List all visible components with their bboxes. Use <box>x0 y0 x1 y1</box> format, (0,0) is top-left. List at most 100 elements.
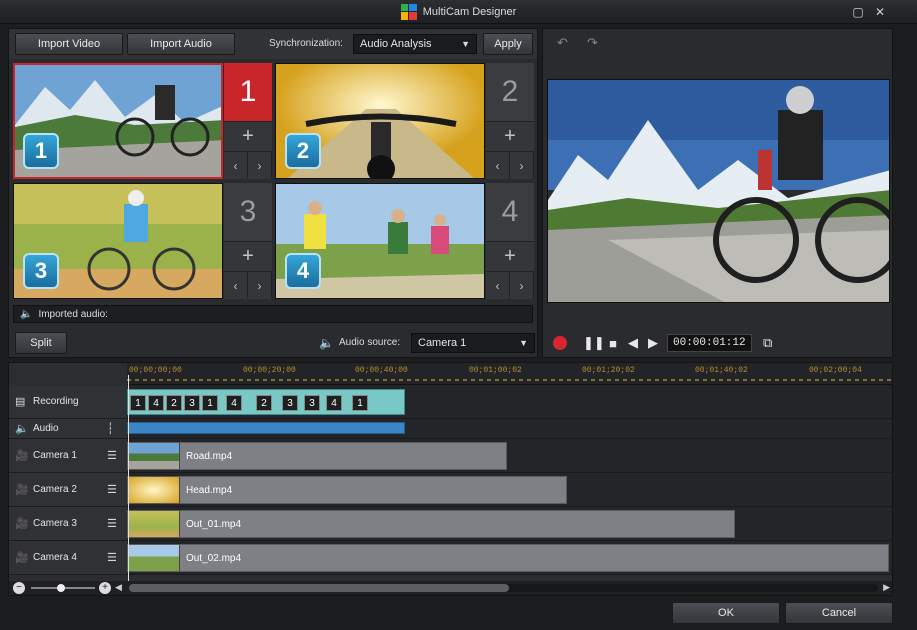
recording-segment[interactable]: 3 <box>304 395 320 411</box>
camera-2-number[interactable]: 2 <box>486 63 534 121</box>
timeline-footer: − + ◀ ▶ <box>9 581 892 595</box>
title-bar: MultiCam Designer ▢ ✕ <box>0 0 917 24</box>
audio-source-value: Camera 1 <box>418 337 467 349</box>
import-video-button[interactable]: Import Video <box>15 33 123 55</box>
camera-4-prev-icon[interactable]: ‹ <box>486 272 510 299</box>
camera-3-next-icon[interactable]: › <box>248 272 272 299</box>
clip-camera-2[interactable]: Head.mp4 <box>127 476 567 504</box>
add-camera-1-icon[interactable]: + <box>224 121 272 151</box>
apply-button[interactable]: Apply <box>483 33 533 55</box>
split-button[interactable]: Split <box>15 332 67 354</box>
recording-segment[interactable]: 2 <box>256 395 272 411</box>
scroll-left-icon[interactable]: ◀ <box>115 582 122 593</box>
audio-lane[interactable] <box>127 419 892 439</box>
timeline: 00;00;00;00 00;00;20;00 00;00;40;00 00;0… <box>8 362 893 596</box>
scroll-right-icon[interactable]: ▶ <box>883 582 890 593</box>
recording-segment[interactable]: 2 <box>166 395 182 411</box>
imported-audio-label: Imported audio: <box>38 308 108 320</box>
timeline-ruler[interactable]: 00;00;00;00 00;00;20;00 00;00;40;00 00;0… <box>127 363 892 385</box>
recording-track-icon: ▤ <box>15 396 26 408</box>
import-audio-button[interactable]: Import Audio <box>127 33 235 55</box>
recording-segment[interactable]: 1 <box>352 395 368 411</box>
camera-1-prev-icon[interactable]: ‹ <box>224 152 248 179</box>
track-header-recording[interactable]: ▤ Recording <box>9 385 127 419</box>
camera-4-number[interactable]: 4 <box>486 183 534 241</box>
fullscreen-icon[interactable]: ⧉ <box>758 335 778 351</box>
step-forward-icon[interactable]: ▶ <box>643 335 663 351</box>
timecode-display: 00:00:01:12 <box>667 334 752 352</box>
ruler-tick: 00;00;00;00 <box>129 366 182 375</box>
camera-2-next-icon[interactable]: › <box>510 152 534 179</box>
zoom-in-icon[interactable]: + <box>99 582 111 594</box>
track-header-camera-4[interactable]: 🎥 Camera 4 ☰ <box>9 541 127 575</box>
ruler-tick: 00;00;20;00 <box>243 366 296 375</box>
horizontal-scrollbar[interactable] <box>129 584 878 592</box>
recording-lane[interactable]: 1 4 2 3 1 4 2 3 3 4 1 <box>127 385 892 419</box>
camera-2-lane[interactable]: Head.mp4 <box>127 473 892 507</box>
camera-4-lane[interactable]: Out_02.mp4 <box>127 541 892 575</box>
recording-segment[interactable]: 1 <box>130 395 146 411</box>
step-back-icon[interactable]: ◀ <box>623 335 643 351</box>
camera-2-prev-icon[interactable]: ‹ <box>486 152 510 179</box>
recording-clip[interactable]: 1 4 2 3 1 4 2 3 3 4 1 <box>127 389 405 415</box>
recording-segment[interactable]: 4 <box>326 395 342 411</box>
camera-1-next-icon[interactable]: › <box>248 152 272 179</box>
track-header-camera-2[interactable]: 🎥 Camera 2 ☰ <box>9 473 127 507</box>
zoom-slider-handle[interactable] <box>57 584 65 592</box>
clip-camera-4[interactable]: Out_02.mp4 <box>127 544 889 572</box>
sync-method-dropdown[interactable]: Audio Analysis ▼ <box>353 34 477 54</box>
camera-3-number[interactable]: 3 <box>224 183 272 241</box>
speaker-icon: 🔈 <box>20 308 33 320</box>
preview-viewer[interactable] <box>547 79 890 303</box>
camera-3-prev-icon[interactable]: ‹ <box>224 272 248 299</box>
camera-tile-2[interactable]: 2 2 + ‹ › <box>275 63 535 179</box>
camera-tile-1[interactable]: 1 1 + ‹ › <box>13 63 273 179</box>
camera-grid-panel: Import Video Import Audio Synchronizatio… <box>8 28 538 358</box>
add-camera-4-icon[interactable]: + <box>486 241 534 271</box>
camera-tile-3[interactable]: 3 3 + ‹ › <box>13 183 273 299</box>
camera-3-lane[interactable]: Out_01.mp4 <box>127 507 892 541</box>
recording-segment[interactable]: 1 <box>202 395 218 411</box>
list-icon[interactable]: ☰ <box>107 551 119 564</box>
clip-camera-1[interactable]: Road.mp4 <box>127 442 507 470</box>
add-camera-3-icon[interactable]: + <box>224 241 272 271</box>
camera-tile-4[interactable]: 4 4 + ‹ › <box>275 183 535 299</box>
track-options-icon[interactable]: ┆ <box>107 422 119 435</box>
ok-button[interactable]: OK <box>672 602 780 624</box>
track-label-camera-2: Camera 2 <box>33 484 77 495</box>
close-icon[interactable]: ✕ <box>872 4 888 20</box>
recording-segment[interactable]: 4 <box>148 395 164 411</box>
maximize-icon[interactable]: ▢ <box>850 4 866 20</box>
track-header-camera-3[interactable]: 🎥 Camera 3 ☰ <box>9 507 127 541</box>
camera-1-number[interactable]: 1 <box>224 63 272 121</box>
recording-segment[interactable]: 3 <box>184 395 200 411</box>
recording-segment[interactable]: 3 <box>282 395 298 411</box>
list-icon[interactable]: ☰ <box>107 517 119 530</box>
track-header-camera-1[interactable]: 🎥 Camera 1 ☰ <box>9 439 127 473</box>
redo-icon[interactable]: ↷ <box>587 35 598 51</box>
list-icon[interactable]: ☰ <box>107 483 119 496</box>
recording-segment[interactable]: 4 <box>226 395 242 411</box>
scrollbar-thumb[interactable] <box>129 584 509 592</box>
clip-camera-3[interactable]: Out_01.mp4 <box>127 510 735 538</box>
add-camera-2-icon[interactable]: + <box>486 121 534 151</box>
window-title: MultiCam Designer <box>422 5 517 18</box>
audio-clip[interactable] <box>127 422 405 434</box>
playback-controls: ❚❚ ■ ◀ ▶ 00:00:01:12 ⧉ <box>543 329 892 357</box>
clip-name: Out_02.mp4 <box>186 552 242 564</box>
stop-icon[interactable]: ■ <box>603 336 623 351</box>
pause-icon[interactable]: ❚❚ <box>583 335 605 351</box>
cancel-button[interactable]: Cancel <box>785 602 893 624</box>
list-icon[interactable]: ☰ <box>107 449 119 462</box>
record-icon[interactable] <box>553 336 567 350</box>
playhead[interactable] <box>128 375 129 585</box>
camera-4-next-icon[interactable]: › <box>510 272 534 299</box>
audio-source-dropdown[interactable]: Camera 1 ▼ <box>411 333 535 353</box>
track-header-audio[interactable]: 🔈 Audio ┆ <box>9 419 127 439</box>
undo-icon[interactable]: ↶ <box>557 35 568 51</box>
track-label-camera-1: Camera 1 <box>33 450 77 461</box>
ruler-tick: 00;01;40;02 <box>695 366 748 375</box>
track-label-camera-3: Camera 3 <box>33 518 77 529</box>
zoom-out-icon[interactable]: − <box>13 582 25 594</box>
camera-1-lane[interactable]: Road.mp4 <box>127 439 892 473</box>
